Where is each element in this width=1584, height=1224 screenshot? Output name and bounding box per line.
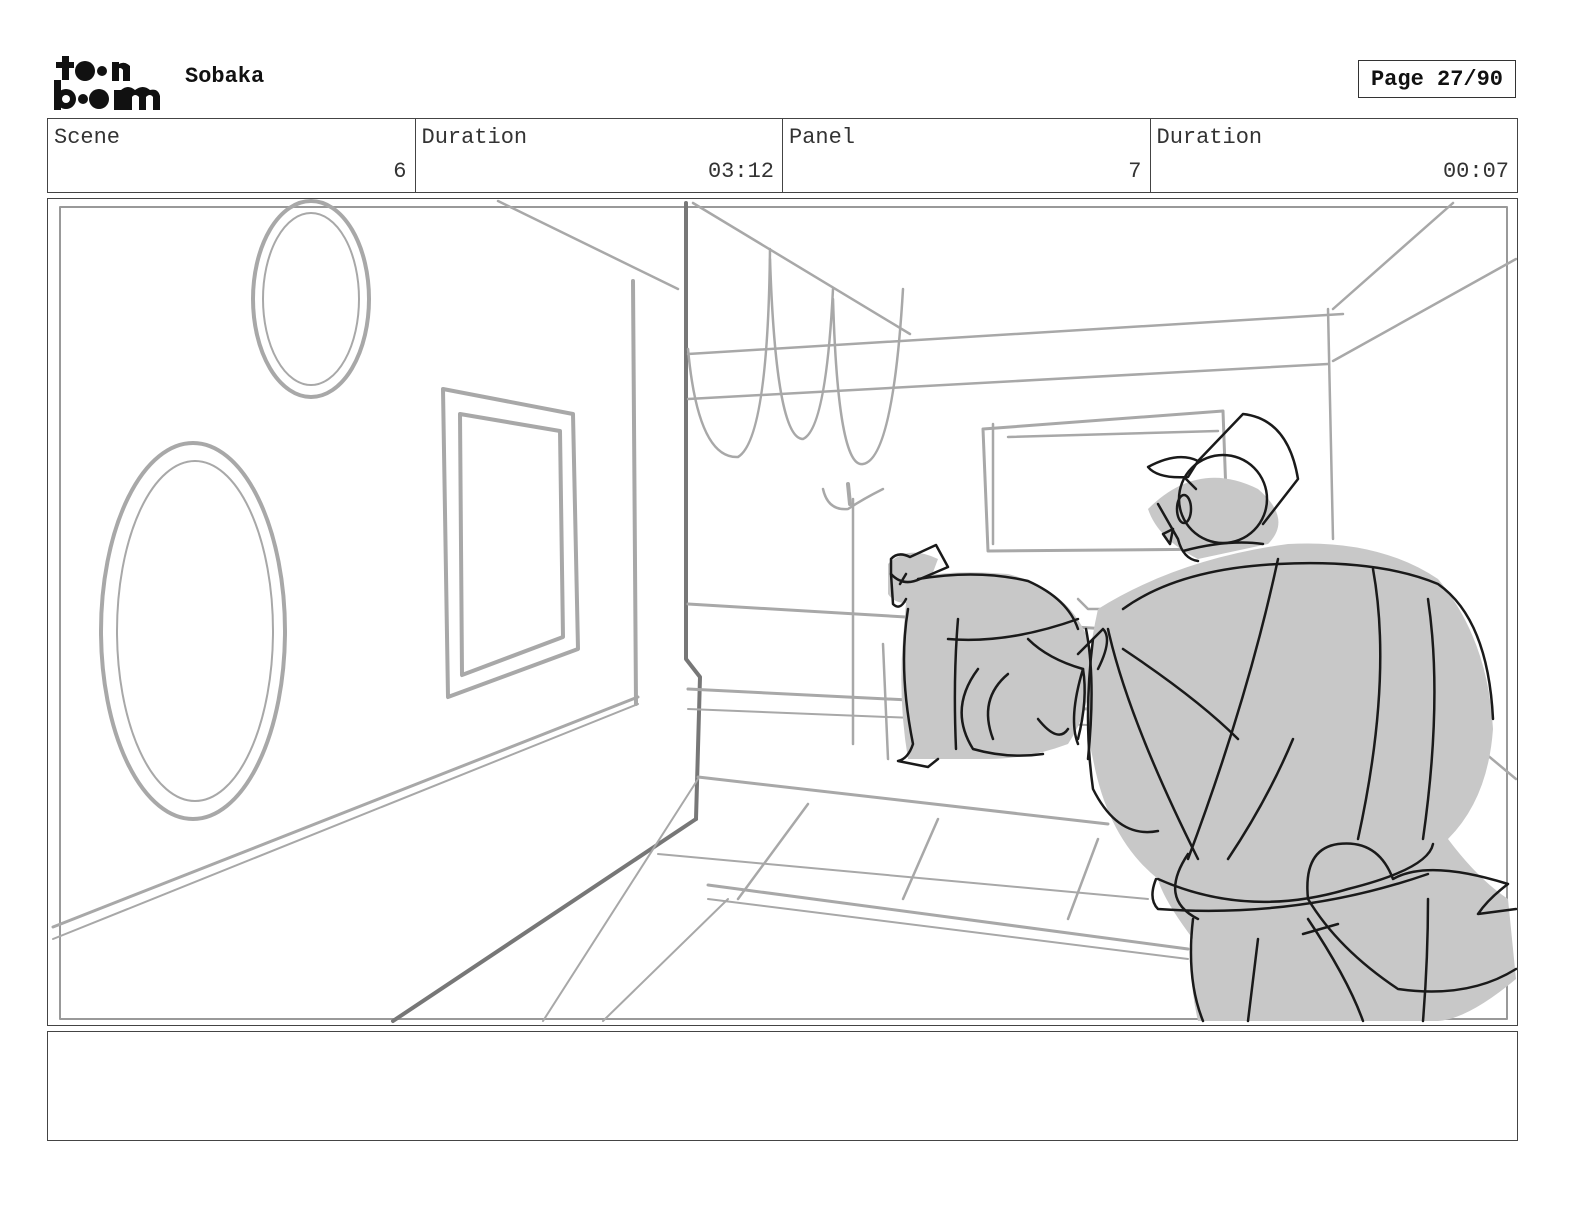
- toon-boom-logo: [54, 56, 160, 110]
- project-title: Sobaka: [185, 64, 265, 89]
- panel-label: Panel: [789, 125, 856, 150]
- panel-duration-cell: Duration 00:07: [1151, 119, 1518, 192]
- panel-duration-label: Duration: [1156, 125, 1263, 150]
- page-number: Page 27/90: [1358, 60, 1516, 98]
- scene-cell: Scene 6: [48, 119, 416, 192]
- panel-duration-value: 00:07: [1442, 159, 1509, 184]
- storyboard-sketch: [51, 199, 1517, 1023]
- scene-duration-cell: Duration 03:12: [416, 119, 783, 192]
- scene-duration-label: Duration: [421, 125, 528, 150]
- panel-info-row: Scene 6 Duration 03:12 Panel 7 Duration …: [47, 118, 1518, 193]
- scene-duration-value: 03:12: [707, 159, 774, 184]
- scene-value: 6: [393, 159, 407, 184]
- scene-label: Scene: [54, 125, 121, 150]
- panel-cell: Panel 7: [783, 119, 1151, 192]
- panel-notes-box: [47, 1031, 1518, 1141]
- storyboard-panel-image: [47, 198, 1518, 1026]
- panel-value: 7: [1128, 159, 1142, 184]
